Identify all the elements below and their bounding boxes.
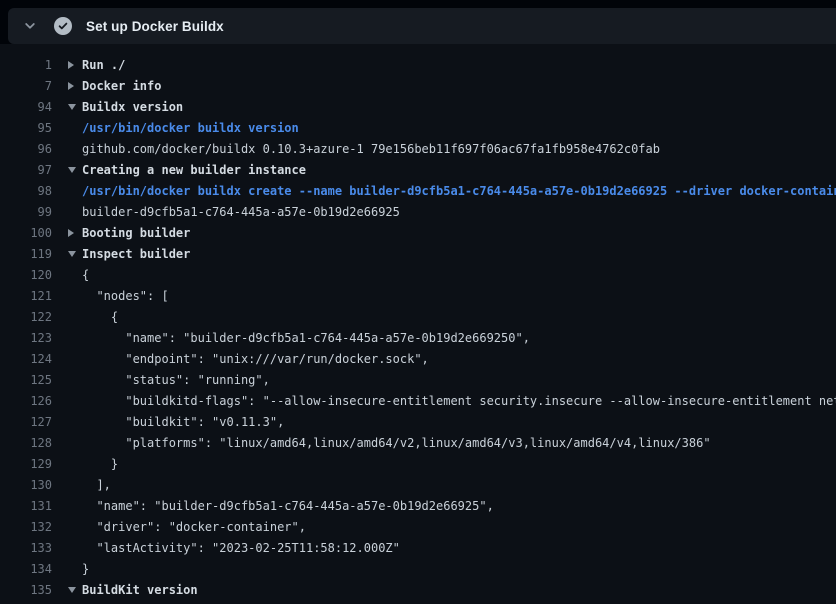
triangle-right-icon xyxy=(68,82,74,90)
log-text: { xyxy=(82,268,89,282)
log-container: 1 Run ./ 7 Docker info 94 Buildx version… xyxy=(0,44,836,604)
line-number[interactable]: 1 xyxy=(0,58,52,72)
log-line: 126 "buildkitd-flags": "--allow-insecure… xyxy=(0,390,836,411)
log-text: } xyxy=(82,562,89,576)
log-line: 123 "name": "builder-d9cfb5a1-c764-445a-… xyxy=(0,327,836,348)
log-text: "lastActivity": "2023-02-25T11:58:12.000… xyxy=(82,541,400,555)
log-line: 125 "status": "running", xyxy=(0,369,836,390)
line-number[interactable]: 129 xyxy=(0,457,52,471)
log-line: 99 builder-d9cfb5a1-c764-445a-a57e-0b19d… xyxy=(0,201,836,222)
log-line: 133 "lastActivity": "2023-02-25T11:58:12… xyxy=(0,537,836,558)
line-number[interactable]: 122 xyxy=(0,310,52,324)
log-line: 122 { xyxy=(0,306,836,327)
log-text: Docker info xyxy=(82,79,161,93)
log-text: ], xyxy=(82,478,111,492)
log-line: 124 "endpoint": "unix:///var/run/docker.… xyxy=(0,348,836,369)
line-number[interactable]: 123 xyxy=(0,331,52,345)
line-number[interactable]: 121 xyxy=(0,289,52,303)
log-line: 130 ], xyxy=(0,474,836,495)
line-number[interactable]: 135 xyxy=(0,583,52,597)
log-text: Inspect builder xyxy=(82,247,190,261)
log-text: "name": "builder-d9cfb5a1-c764-445a-a57e… xyxy=(82,331,530,345)
log-group-row[interactable]: 1 Run ./ xyxy=(0,54,836,75)
log-lines: 1 Run ./ 7 Docker info 94 Buildx version… xyxy=(0,54,836,604)
log-text: } xyxy=(82,457,118,471)
log-text: "endpoint": "unix:///var/run/docker.sock… xyxy=(82,352,429,366)
line-number[interactable]: 131 xyxy=(0,499,52,513)
log-group-row[interactable]: 94 Buildx version xyxy=(0,96,836,117)
log-text: "driver": "docker-container", xyxy=(82,520,306,534)
log-text: builder-d9cfb5a1-c764-445a-a57e-0b19d2e6… xyxy=(82,205,400,219)
triangle-down-icon xyxy=(68,104,76,110)
log-text: github.com/docker/buildx 0.10.3+azure-1 … xyxy=(82,142,660,156)
line-number[interactable]: 99 xyxy=(0,205,52,219)
log-line: 129 } xyxy=(0,453,836,474)
line-number[interactable]: 132 xyxy=(0,520,52,534)
line-number[interactable]: 7 xyxy=(0,79,52,93)
step-header[interactable]: Set up Docker Buildx xyxy=(8,8,836,44)
triangle-down-icon xyxy=(68,587,76,593)
log-text: Booting builder xyxy=(82,226,190,240)
log-text: Run ./ xyxy=(82,58,125,72)
line-number[interactable]: 98 xyxy=(0,184,52,198)
triangle-down-icon xyxy=(68,167,76,173)
log-text: "name": "builder-d9cfb5a1-c764-445a-a57e… xyxy=(82,499,494,513)
line-number[interactable]: 125 xyxy=(0,373,52,387)
log-line: 120 { xyxy=(0,264,836,285)
line-number[interactable]: 134 xyxy=(0,562,52,576)
triangle-right-icon xyxy=(68,61,74,69)
line-number[interactable]: 119 xyxy=(0,247,52,261)
line-number[interactable]: 127 xyxy=(0,415,52,429)
log-text: "status": "running", xyxy=(82,373,270,387)
triangle-right-icon xyxy=(68,229,74,237)
log-group-row[interactable]: 100 Booting builder xyxy=(0,222,836,243)
log-text: /usr/bin/docker buildx version xyxy=(82,121,299,135)
line-number[interactable]: 124 xyxy=(0,352,52,366)
log-line: 131 "name": "builder-d9cfb5a1-c764-445a-… xyxy=(0,495,836,516)
log-line: 127 "buildkit": "v0.11.3", xyxy=(0,411,836,432)
log-group-row[interactable]: 97 Creating a new builder instance xyxy=(0,159,836,180)
log-line: 98 /usr/bin/docker buildx create --name … xyxy=(0,180,836,201)
line-number[interactable]: 96 xyxy=(0,142,52,156)
log-line: 128 "platforms": "linux/amd64,linux/amd6… xyxy=(0,432,836,453)
log-text: Buildx version xyxy=(82,100,183,114)
line-number[interactable]: 120 xyxy=(0,268,52,282)
log-text: "nodes": [ xyxy=(82,289,169,303)
log-text: BuildKit version xyxy=(82,583,198,597)
log-line: 95 /usr/bin/docker buildx version xyxy=(0,117,836,138)
line-number[interactable]: 126 xyxy=(0,394,52,408)
log-line: 96 github.com/docker/buildx 0.10.3+azure… xyxy=(0,138,836,159)
log-group-row[interactable]: 135 BuildKit version xyxy=(0,579,836,600)
log-line: 134 } xyxy=(0,558,836,579)
log-line: 121 "nodes": [ xyxy=(0,285,836,306)
line-number[interactable]: 97 xyxy=(0,163,52,177)
log-line: 136 builder-d9cfb5a1-c764-445a-a57e-0b19… xyxy=(0,600,836,604)
line-number[interactable]: 94 xyxy=(0,100,52,114)
check-circle-icon xyxy=(54,17,72,35)
log-text: "platforms": "linux/amd64,linux/amd64/v2… xyxy=(82,436,711,450)
log-text: "buildkit": "v0.11.3", xyxy=(82,415,284,429)
log-line: 132 "driver": "docker-container", xyxy=(0,516,836,537)
log-group-row[interactable]: 119 Inspect builder xyxy=(0,243,836,264)
log-text: "buildkitd-flags": "--allow-insecure-ent… xyxy=(82,394,836,408)
log-text: Creating a new builder instance xyxy=(82,163,306,177)
step-title: Set up Docker Buildx xyxy=(86,19,224,34)
log-group-row[interactable]: 7 Docker info xyxy=(0,75,836,96)
line-number[interactable]: 100 xyxy=(0,226,52,240)
log-text: { xyxy=(82,310,118,324)
line-number[interactable]: 95 xyxy=(0,121,52,135)
chevron-down-icon[interactable] xyxy=(22,18,38,34)
line-number[interactable]: 130 xyxy=(0,478,52,492)
log-text: /usr/bin/docker buildx create --name bui… xyxy=(82,184,836,198)
line-number[interactable]: 133 xyxy=(0,541,52,555)
line-number[interactable]: 128 xyxy=(0,436,52,450)
triangle-down-icon xyxy=(68,251,76,257)
